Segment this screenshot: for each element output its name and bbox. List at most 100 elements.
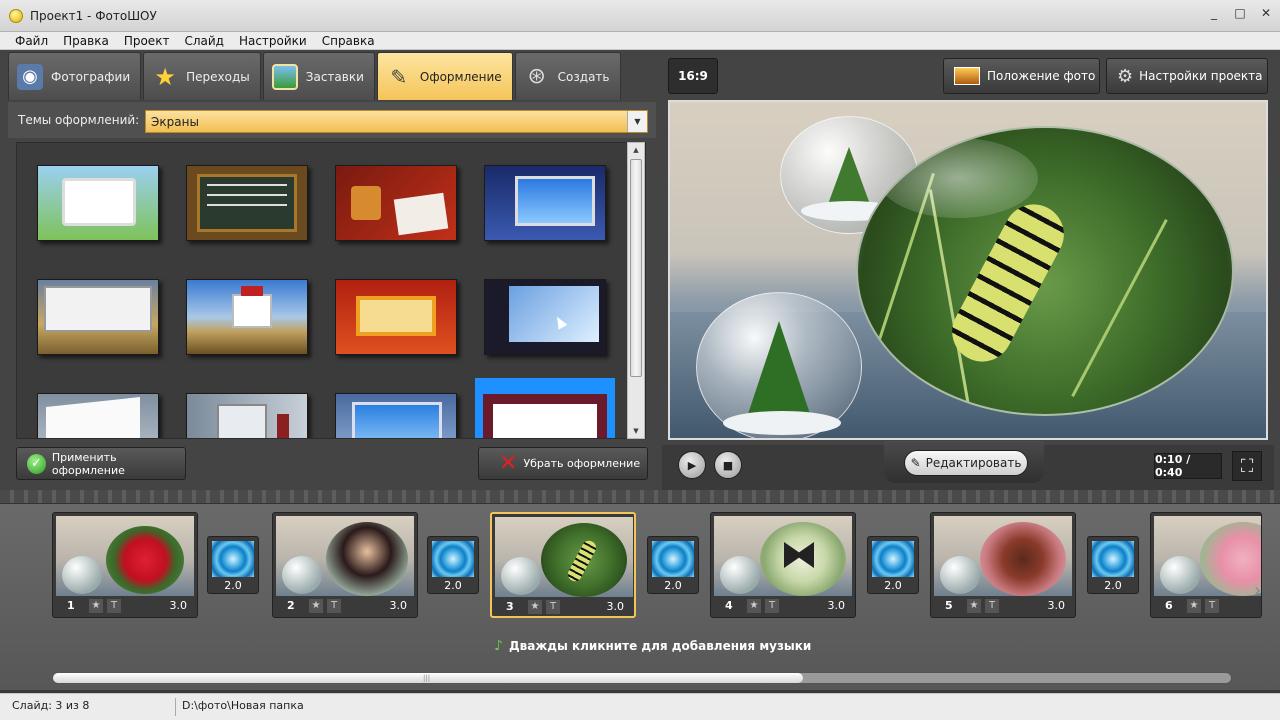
slide-duration: 3.0 [606, 600, 625, 613]
theme-thumbnail[interactable] [37, 279, 159, 355]
photo-position-button[interactable]: Положение фото [943, 58, 1100, 94]
text-icon[interactable]: T [546, 600, 560, 614]
transition-duration: 2.0 [884, 579, 902, 592]
slide-card-selected[interactable]: 3 ★ T 3.0 [490, 512, 636, 618]
star-icon[interactable]: ★ [967, 599, 981, 613]
slide-thumbnail [276, 516, 414, 596]
remove-design-button[interactable]: ✕ Убрать оформление [478, 447, 648, 480]
tab-intros[interactable]: Заставки [262, 52, 375, 100]
transition-thumbnail [212, 541, 254, 577]
theme-thumbnail[interactable] [37, 165, 159, 241]
slide-duration: 3.0 [389, 599, 408, 612]
theme-select[interactable]: Экраны ▼ [145, 110, 648, 133]
tab-label: Переходы [186, 69, 250, 84]
menu-help[interactable]: Справка [322, 34, 375, 48]
theme-thumbnail[interactable] [186, 279, 308, 355]
player-bar: ▶ ■ ✎ Редактировать 0:10 / 0:40 ⛶ [662, 441, 1274, 490]
theme-thumbnail[interactable] [335, 279, 457, 355]
star-icon[interactable]: ★ [1187, 599, 1201, 613]
checkmark-icon: ✓ [27, 453, 46, 474]
text-icon[interactable]: T [107, 599, 121, 613]
theme-thumbnail[interactable] [37, 393, 159, 438]
playback-time: 0:10 / 0:40 [1154, 453, 1222, 479]
status-bar: Слайд: 3 из 8 D:\фото\Новая папка [0, 693, 1280, 720]
tab-design[interactable]: ✎ Оформление [376, 52, 513, 100]
theme-selected-value: Экраны [151, 114, 199, 129]
main-area: ◉ Фотографии ★ Переходы Заставки ✎ Оформ… [0, 50, 1280, 490]
cross-icon: ✕ [499, 450, 518, 476]
theme-thumbnail[interactable] [484, 165, 606, 241]
aspect-ratio-button[interactable]: 16:9 [668, 58, 718, 94]
apply-design-button[interactable]: ✓ Применить оформление [16, 447, 186, 480]
star-icon[interactable]: ★ [309, 599, 323, 613]
apply-design-label: Применить оформление [51, 450, 125, 477]
tab-create[interactable]: ⊛ Создать [514, 52, 621, 100]
text-icon[interactable]: T [327, 599, 341, 613]
transition-card[interactable]: 2.0 [1087, 536, 1139, 594]
transition-card[interactable]: 2.0 [647, 536, 699, 594]
slide-card[interactable]: 2 ★ T 3.0 [272, 512, 418, 618]
slide-card[interactable]: 6 ★ T [1150, 512, 1262, 618]
slide-card[interactable]: 5 ★ T 3.0 [930, 512, 1076, 618]
text-icon[interactable]: T [765, 599, 779, 613]
slide-thumbnail [495, 517, 633, 597]
slide-preview [668, 100, 1268, 440]
theme-thumbnail[interactable] [484, 279, 606, 355]
scrollbar-thumb[interactable] [630, 159, 642, 377]
scroll-down-icon[interactable]: ▼ [628, 424, 644, 438]
menu-project[interactable]: Проект [124, 34, 170, 48]
theme-thumbnail[interactable] [335, 165, 457, 241]
maximize-button[interactable]: □ [1234, 6, 1246, 20]
menu-settings[interactable]: Настройки [239, 34, 307, 48]
transition-card[interactable]: 2.0 [427, 536, 479, 594]
star-icon[interactable]: ★ [89, 599, 103, 613]
play-button[interactable]: ▶ [678, 451, 706, 479]
star-icon[interactable]: ★ [747, 599, 761, 613]
slide-card[interactable]: 1 ★ T 3.0 [52, 512, 198, 618]
theme-thumbnail[interactable] [335, 393, 457, 438]
theme-thumbnail[interactable] [186, 165, 308, 241]
slide-duration: 3.0 [827, 599, 846, 612]
text-icon[interactable]: T [985, 599, 999, 613]
star-icon: ★ [154, 62, 176, 91]
star-icon[interactable]: ★ [528, 600, 542, 614]
chevron-down-icon[interactable]: ▼ [627, 111, 647, 132]
gallery-scrollbar[interactable]: ▲ ▼ [627, 142, 645, 439]
theme-thumbnail-selected[interactable] [475, 378, 615, 438]
photo-icon [954, 67, 980, 85]
minimize-button[interactable]: _ [1208, 6, 1220, 20]
scroll-up-icon[interactable]: ▲ [628, 143, 644, 157]
tab-transitions[interactable]: ★ Переходы [143, 52, 261, 100]
menu-slide[interactable]: Слайд [184, 34, 224, 48]
music-hint[interactable]: ♪ Дважды кликните для добавления музыки [494, 638, 811, 654]
slide-thumbnail [56, 516, 194, 596]
stop-button[interactable]: ■ [714, 451, 742, 479]
slide-card[interactable]: 4 ★ T 3.0 [710, 512, 856, 618]
menu-edit[interactable]: Правка [63, 34, 109, 48]
slide-thumbnail [934, 516, 1072, 596]
edit-button[interactable]: ✎ Редактировать [904, 450, 1028, 476]
theme-thumbnail[interactable] [186, 393, 308, 438]
tab-photos[interactable]: ◉ Фотографии [8, 52, 142, 100]
fullscreen-icon[interactable]: ⛶ [1232, 451, 1262, 481]
window-title: Проект1 - ФотоШОУ [30, 8, 157, 23]
transition-card[interactable]: 2.0 [867, 536, 919, 594]
timeline-scrollbar-thumb[interactable]: ||| [53, 673, 803, 683]
menu-file[interactable]: Файл [15, 34, 48, 48]
slide-number: 6 [1165, 599, 1173, 612]
slide-number: 1 [67, 599, 75, 612]
project-settings-button[interactable]: ⚙ Настройки проекта [1106, 58, 1268, 94]
left-panel: ◉ Фотографии ★ Переходы Заставки ✎ Оформ… [8, 50, 656, 490]
chevron-right-icon[interactable]: › [1254, 580, 1261, 601]
gear-icon: ⚙ [1117, 65, 1134, 87]
project-settings-label: Настройки проекта [1139, 69, 1263, 83]
text-icon[interactable]: T [1205, 599, 1219, 613]
transition-duration: 2.0 [444, 579, 462, 592]
slide-timeline: 1 ★ T 3.0 2.0 2 ★ T 3.0 2.0 3 ★ T 3.0 2.… [0, 490, 1280, 690]
transition-card[interactable]: 2.0 [207, 536, 259, 594]
timeline-scrollbar[interactable]: ||| [52, 672, 1232, 684]
slide-number: 5 [945, 599, 953, 612]
transition-thumbnail [432, 541, 474, 577]
close-button[interactable]: ✕ [1260, 6, 1272, 20]
slide-thumbnail [1154, 516, 1261, 596]
